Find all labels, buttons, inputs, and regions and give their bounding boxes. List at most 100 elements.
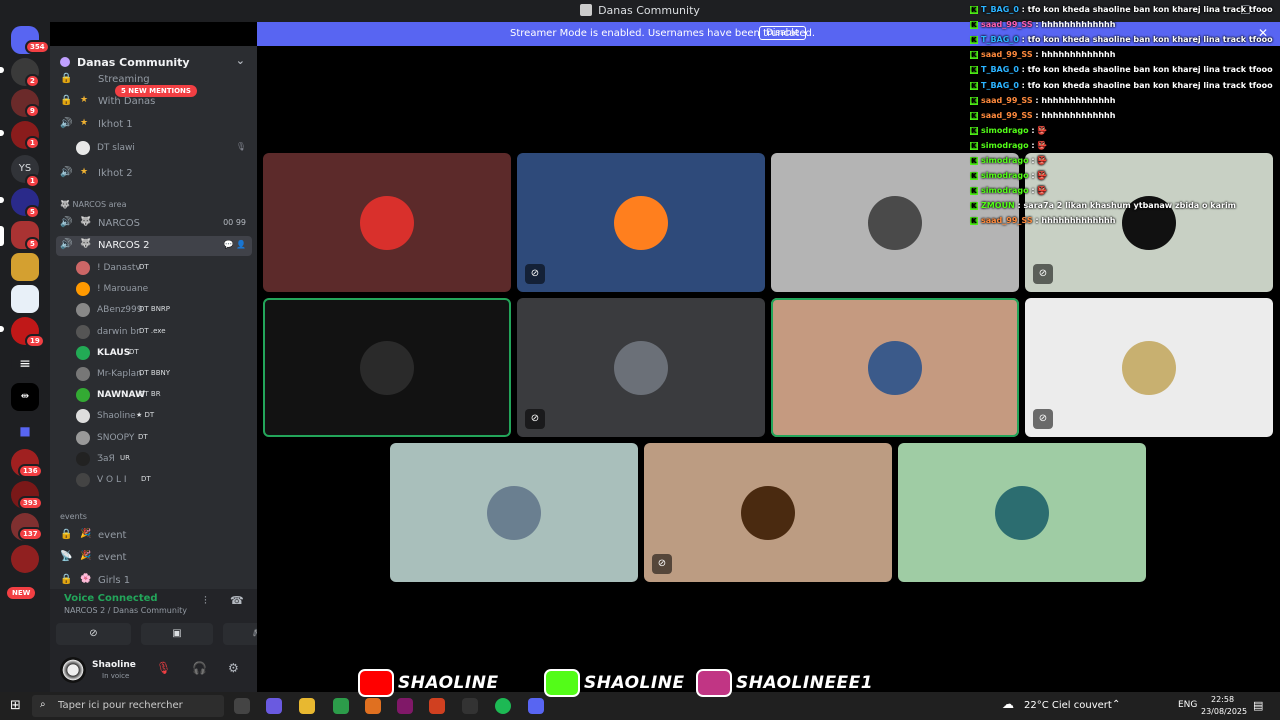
voice-member[interactable]: Mr-Kaplan DT BBNY xyxy=(76,364,252,384)
language-indicator[interactable]: ENG xyxy=(1178,700,1197,710)
kick-icon: K xyxy=(970,111,978,120)
discord-icon[interactable] xyxy=(528,698,544,714)
windows-start-icon[interactable]: ⊞ xyxy=(10,698,21,713)
kick-icon: K xyxy=(970,36,978,45)
voice-connection-panel: Voice Connected NARCOS 2 / Danas Communi… xyxy=(50,589,295,649)
voice-member[interactable]: KLAUS DT xyxy=(76,343,252,363)
participant-tile[interactable]: ⊘ xyxy=(1025,298,1273,437)
copilot-icon[interactable] xyxy=(266,698,282,714)
avatar xyxy=(868,196,922,250)
server-icon[interactable]: ⇹ xyxy=(11,383,39,411)
avatar xyxy=(76,324,90,339)
member-tag: DT BR xyxy=(139,390,161,399)
app-icon[interactable] xyxy=(462,698,478,714)
channel-girls-1[interactable]: 🔒 🌸 Girls 1 xyxy=(56,571,252,591)
chat-and-invite-icons[interactable]: 💬 👤 xyxy=(224,240,246,249)
server-icon[interactable] xyxy=(11,285,39,313)
spotify-icon[interactable] xyxy=(495,698,511,714)
disable-streamer-mode-button[interactable]: Disable xyxy=(759,26,807,40)
unread-pip xyxy=(0,67,4,73)
channel-ikhot-2[interactable]: 🔊 ★ Ikhot 2 xyxy=(56,164,252,184)
gear-icon[interactable]: ⚙ xyxy=(228,661,239,675)
headphones-icon[interactable]: 🎧 xyxy=(192,661,207,675)
chat-username: saad_99_SS xyxy=(981,95,1033,105)
chat-message: K ZMOUN : sara7a 2 likan khashum ytbanaw … xyxy=(970,201,1236,211)
server-icon[interactable]: ≡ xyxy=(11,350,39,378)
server-icon[interactable] xyxy=(11,545,39,573)
participant-tile[interactable]: ⊘ xyxy=(517,153,765,292)
voice-member[interactable]: NAWNAW DT BR xyxy=(76,385,252,405)
voice-member[interactable]: DT slawi 🎙 xyxy=(76,138,252,158)
voice-member[interactable]: SNOOPY DT xyxy=(76,428,252,448)
chat-text: 👺 xyxy=(1037,171,1048,181)
member-name: SNOOPY xyxy=(97,432,135,443)
participant-tile[interactable]: ⊘ xyxy=(644,443,892,582)
chat-username: ZMOUN xyxy=(981,201,1015,211)
app-icon[interactable] xyxy=(397,698,413,714)
microphone-muted-icon[interactable]: 🎙 xyxy=(156,661,171,675)
voice-member[interactable]: ! Marouane xyxy=(76,279,252,299)
file-explorer-icon[interactable] xyxy=(299,698,315,714)
chevron-down-icon[interactable]: ⌄ xyxy=(236,54,245,67)
channel-narcos[interactable]: 🔊 🐺 NARCOS 00 99 xyxy=(56,214,252,234)
noise-suppression-icon[interactable]: ⫶ xyxy=(204,594,207,608)
category-narcos-area[interactable]: 🐺 NARCOS area xyxy=(60,200,126,209)
avatar xyxy=(76,282,90,297)
participant-tile[interactable]: ⊘ xyxy=(517,298,765,437)
channel-ikhot-1[interactable]: 🔊 ★ Ikhot 1 xyxy=(56,115,252,135)
participant-tile[interactable] xyxy=(263,153,511,292)
chat-text: hhhhhhhhhhhhh xyxy=(1041,110,1116,120)
participant-tile[interactable] xyxy=(390,443,638,582)
chat-text: 👺 xyxy=(1037,125,1048,135)
channel-user-count: 00 99 xyxy=(223,218,246,227)
task-view-icon[interactable] xyxy=(234,698,250,714)
channel-event-stage[interactable]: 📡 🎉 event xyxy=(56,548,252,568)
member-tag: DT xyxy=(129,347,139,356)
screen-share-button[interactable]: ▣ xyxy=(141,623,213,645)
category-events[interactable]: events xyxy=(60,512,87,521)
avatar xyxy=(995,486,1049,540)
muted-icon: ⊘ xyxy=(1033,264,1053,284)
tray-chevron-icon[interactable]: ⌃ xyxy=(1112,699,1120,710)
app-icon[interactable] xyxy=(365,698,381,714)
channel-event[interactable]: 🔒 🎉 event xyxy=(56,526,252,546)
folder-icon[interactable]: ■ xyxy=(11,417,39,445)
chrome-icon[interactable] xyxy=(333,698,349,714)
disconnect-icon[interactable]: ☎ xyxy=(230,594,244,607)
kick-icon: K xyxy=(970,81,978,90)
weather-text[interactable]: 22°C Ciel couvert xyxy=(1024,700,1112,711)
avatar xyxy=(76,141,90,155)
participant-tile[interactable] xyxy=(263,298,511,437)
voice-member[interactable]: ! Danastv DT xyxy=(76,258,252,278)
new-mentions-pill[interactable]: 5 NEW MENTIONS xyxy=(115,85,197,97)
chat-text: hhhhhhhhhhhhh xyxy=(1041,50,1116,60)
taskbar-search[interactable]: ⌕ Taper ici pour rechercher xyxy=(32,695,224,717)
notifications-icon[interactable]: ▤ xyxy=(1253,699,1263,712)
voice-member[interactable]: V O L I DT xyxy=(76,470,252,490)
voice-member[interactable]: Shaoline ★ DT xyxy=(76,406,252,426)
avatar xyxy=(360,341,414,395)
chat-text: hhhhhhhhhhhhh xyxy=(1041,95,1116,105)
unread-pip xyxy=(0,326,4,332)
new-servers-badge: NEW xyxy=(7,587,36,599)
channel-narcos-2[interactable]: 🔊 🐺 NARCOS 2 💬 👤 xyxy=(56,236,252,256)
camera-off-button[interactable]: ⊘ xyxy=(56,623,131,645)
avatar[interactable] xyxy=(60,657,86,683)
participant-tile[interactable] xyxy=(898,443,1146,582)
voice-location[interactable]: NARCOS 2 / Danas Community xyxy=(64,606,187,615)
clock-time[interactable]: 22:58 xyxy=(1211,695,1234,704)
avatar xyxy=(1122,341,1176,395)
chat-username: saad_99_SS xyxy=(981,50,1033,60)
kick-icon: K xyxy=(970,51,978,60)
voice-member[interactable]: darwin br DT .exe xyxy=(76,322,252,342)
voice-member[interactable]: ƷaЯ UR xyxy=(76,449,252,469)
party-icon: 🎉 xyxy=(80,529,92,539)
voice-member[interactable]: ABenz999 DT BNRP xyxy=(76,300,252,320)
unread-pip xyxy=(0,130,4,136)
participant-tile[interactable] xyxy=(771,298,1019,437)
brave-icon[interactable] xyxy=(429,698,445,714)
member-tag: DT BNRP xyxy=(139,305,171,314)
server-icon[interactable] xyxy=(11,253,39,281)
clock-date[interactable]: 23/08/2025 xyxy=(1201,707,1247,716)
chat-text: hhhhhhhhhhhhh xyxy=(1041,20,1116,30)
